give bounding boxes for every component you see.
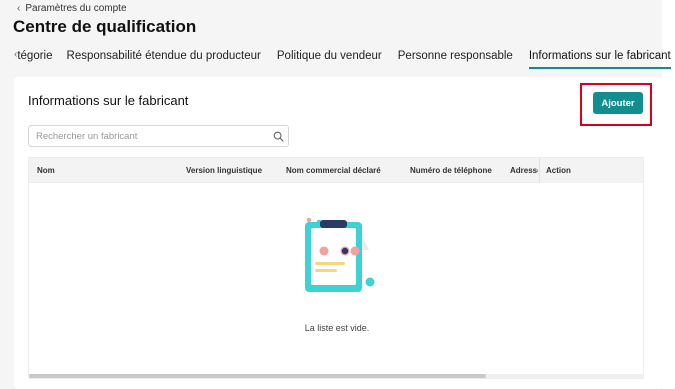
card-title: Informations sur le fabricant bbox=[28, 93, 189, 108]
chevron-left-icon: ‹ bbox=[17, 2, 21, 14]
add-manufacturer-button[interactable]: Ajouter bbox=[593, 92, 643, 114]
manufacturer-info-card: Informations sur le fabricant Ajouter No… bbox=[14, 77, 662, 389]
column-header-telephone: Numéro de téléphone bbox=[410, 166, 492, 175]
tab-bar: ‹ tégorie Responsabilité étendue du prod… bbox=[14, 47, 671, 71]
empty-clipboard-icon bbox=[299, 216, 379, 303]
search-box bbox=[28, 125, 289, 147]
table-header: Nom Version linguistique Nom commercial … bbox=[29, 158, 643, 183]
breadcrumb[interactable]: ‹ Paramètres du compte bbox=[17, 1, 127, 15]
tab-categorie[interactable]: tégorie bbox=[17, 47, 52, 69]
tab-informations-fabricant[interactable]: Informations sur le fabricant bbox=[528, 47, 671, 69]
column-header-nom-commercial: Nom commercial déclaré bbox=[286, 166, 381, 175]
column-header-adresse: Adresse bbox=[510, 166, 538, 175]
tab-politique-vendeur[interactable]: Politique du vendeur bbox=[277, 47, 382, 69]
search-icon[interactable] bbox=[268, 126, 288, 146]
horizontal-scrollbar[interactable] bbox=[29, 374, 643, 378]
page-title: Centre de qualification bbox=[13, 17, 197, 36]
empty-state-text: La liste est vide. bbox=[304, 323, 370, 333]
column-header-nom: Nom bbox=[37, 166, 55, 175]
breadcrumb-label[interactable]: Paramètres du compte bbox=[25, 3, 126, 14]
scrollbar-thumb[interactable] bbox=[29, 374, 486, 378]
tab-personne-responsable[interactable]: Personne responsable bbox=[398, 47, 513, 69]
column-header-version-linguistique: Version linguistique bbox=[186, 166, 263, 175]
column-header-action: Action bbox=[539, 158, 643, 183]
tab-responsabilite-etendue[interactable]: Responsabilité étendue du producteur bbox=[67, 47, 261, 69]
search-input[interactable] bbox=[29, 126, 268, 146]
manufacturer-table: Nom Version linguistique Nom commercial … bbox=[28, 157, 644, 379]
